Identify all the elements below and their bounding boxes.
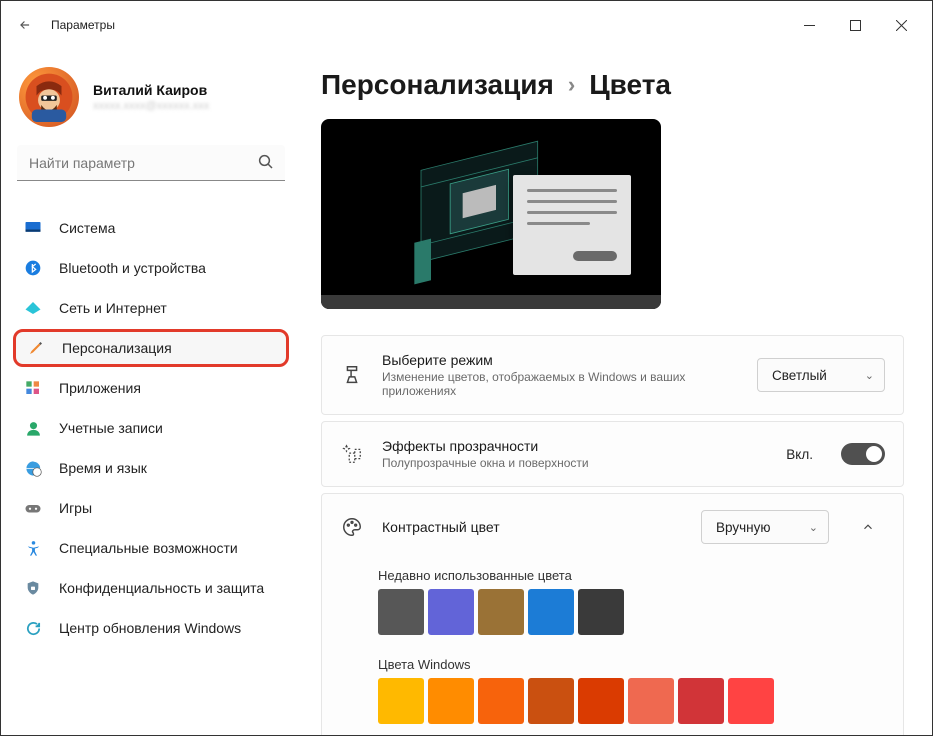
color-swatch[interactable]: [378, 589, 424, 635]
color-swatch[interactable]: [528, 678, 574, 724]
sidebar-item-label: Время и язык: [59, 460, 147, 476]
user-profile[interactable]: Виталий Каиров xxxxx.xxxx@xxxxxx.xxx: [13, 57, 289, 145]
search-icon: [257, 153, 275, 176]
theme-preview: [321, 119, 661, 309]
mode-title: Выберите режим: [382, 352, 739, 368]
color-swatch[interactable]: [678, 678, 724, 724]
close-button[interactable]: [878, 9, 924, 41]
wifi-icon: [23, 298, 43, 318]
accent-mode-select[interactable]: Вручную ⌄: [701, 510, 829, 544]
sidebar-item-system[interactable]: Система: [13, 209, 289, 247]
recent-colors-label: Недавно использованные цвета: [378, 568, 885, 583]
window-title: Параметры: [51, 18, 115, 32]
sidebar-item-accessibility[interactable]: Специальные возможности: [13, 529, 289, 567]
sidebar-item-label: Центр обновления Windows: [59, 620, 241, 636]
sidebar-item-time[interactable]: Время и язык: [13, 449, 289, 487]
color-swatch[interactable]: [428, 589, 474, 635]
sidebar-item-label: Учетные записи: [59, 420, 163, 436]
chevron-down-icon: ⌄: [809, 521, 818, 534]
sidebar-item-label: Игры: [59, 500, 92, 516]
toggle-state-label: Вкл.: [786, 447, 813, 462]
chevron-right-icon: ›: [568, 72, 575, 98]
breadcrumb: Персонализация › Цвета: [321, 69, 904, 101]
sidebar-item-gaming[interactable]: Игры: [13, 489, 289, 527]
minimize-button[interactable]: [786, 9, 832, 41]
color-swatch[interactable]: [478, 678, 524, 724]
mode-select[interactable]: Светлый ⌄: [757, 358, 885, 392]
user-name: Виталий Каиров: [93, 82, 209, 98]
sidebar-item-label: Конфиденциальность и защита: [59, 580, 264, 596]
sidebar-item-bluetooth[interactable]: Bluetooth и устройства: [13, 249, 289, 287]
transparency-toggle[interactable]: [841, 443, 885, 465]
breadcrumb-current: Цвета: [589, 69, 671, 101]
accessibility-icon: [23, 538, 43, 558]
chevron-down-icon: ⌄: [865, 369, 874, 382]
color-swatch[interactable]: [378, 678, 424, 724]
search-input[interactable]: [17, 145, 285, 181]
bluetooth-icon: [23, 258, 43, 278]
color-swatch[interactable]: [728, 678, 774, 724]
accent-title: Контрастный цвет: [382, 519, 683, 535]
color-swatch[interactable]: [478, 589, 524, 635]
sidebar-item-network[interactable]: Сеть и Интернет: [13, 289, 289, 327]
sidebar-item-label: Bluetooth и устройства: [59, 260, 206, 276]
brush-icon: [340, 363, 364, 387]
expand-button[interactable]: [851, 510, 885, 544]
sidebar-item-label: Приложения: [59, 380, 141, 396]
paintbrush-icon: [26, 338, 46, 358]
monitor-icon: [23, 218, 43, 238]
sidebar-item-accounts[interactable]: Учетные записи: [13, 409, 289, 447]
color-swatch[interactable]: [528, 589, 574, 635]
avatar: [19, 67, 79, 127]
sidebar-item-privacy[interactable]: Конфиденциальность и защита: [13, 569, 289, 607]
sidebar-item-label: Сеть и Интернет: [59, 300, 167, 316]
update-icon: [23, 618, 43, 638]
person-icon: [23, 418, 43, 438]
sparkle-icon: [340, 442, 364, 466]
color-swatch[interactable]: [428, 678, 474, 724]
sidebar-item-label: Система: [59, 220, 115, 236]
back-button[interactable]: [9, 9, 41, 41]
transparency-desc: Полупрозрачные окна и поверхности: [382, 456, 768, 470]
globe-clock-icon: [23, 458, 43, 478]
sidebar-item-personalization[interactable]: Персонализация: [13, 329, 289, 367]
maximize-button[interactable]: [832, 9, 878, 41]
gamepad-icon: [23, 498, 43, 518]
palette-icon: [340, 515, 364, 539]
transparency-title: Эффекты прозрачности: [382, 438, 768, 454]
color-swatch[interactable]: [628, 678, 674, 724]
sidebar-item-label: Специальные возможности: [59, 540, 238, 556]
mode-desc: Изменение цветов, отображаемых в Windows…: [382, 370, 739, 398]
shield-icon: [23, 578, 43, 598]
user-email: xxxxx.xxxx@xxxxxx.xxx: [93, 100, 209, 112]
sidebar-item-apps[interactable]: Приложения: [13, 369, 289, 407]
color-swatch[interactable]: [578, 678, 624, 724]
sidebar-item-update[interactable]: Центр обновления Windows: [13, 609, 289, 647]
windows-colors-label: Цвета Windows: [378, 657, 885, 672]
apps-icon: [23, 378, 43, 398]
color-swatch[interactable]: [578, 589, 624, 635]
sidebar-item-label: Персонализация: [62, 340, 172, 356]
breadcrumb-root[interactable]: Персонализация: [321, 69, 554, 101]
